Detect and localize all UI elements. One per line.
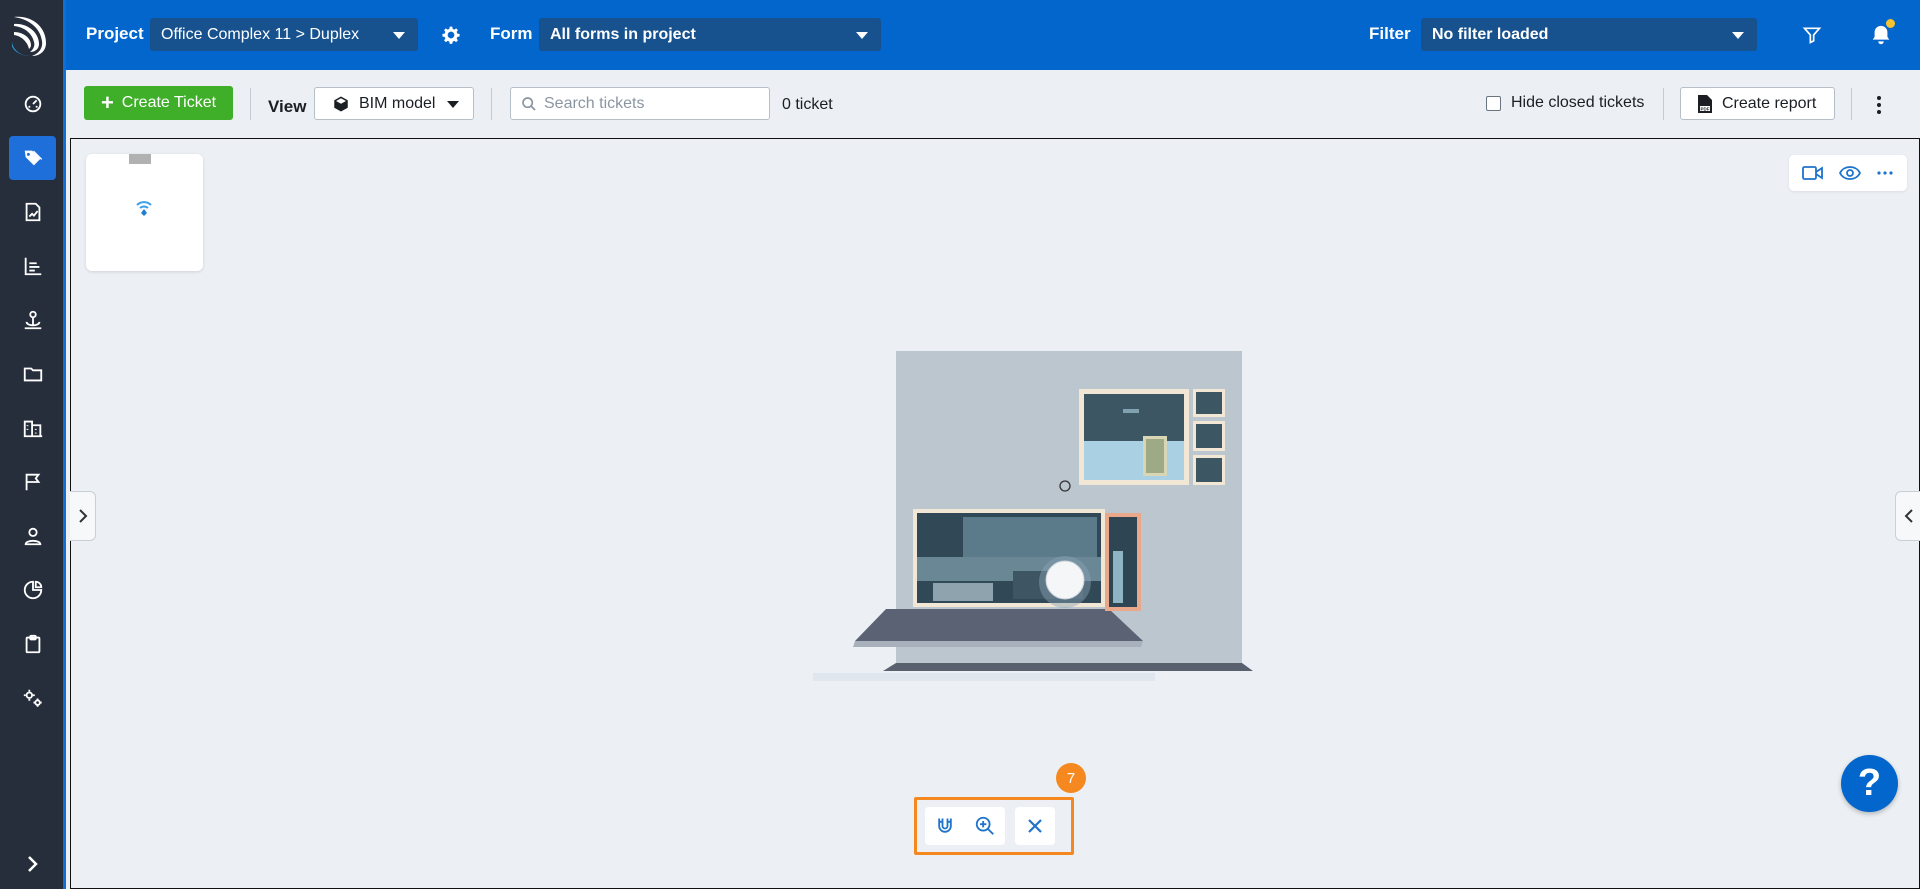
sidebar [0,0,66,889]
help-button[interactable]: ? [1841,755,1898,812]
create-ticket-label: Create Ticket [121,94,217,111]
notification-dot [1886,19,1895,28]
toolbar-divider [491,88,492,120]
search-icon [522,97,536,111]
cube-icon [334,96,348,111]
zoom-in-icon [975,816,994,835]
chevron-right-icon [78,509,87,523]
user-icon [24,527,41,546]
view-label: View [268,97,307,116]
sidebar-item-forms[interactable] [9,190,56,234]
kebab-dot [1877,96,1881,100]
sidebar-item-users[interactable] [9,514,56,558]
reports-chart-icon [24,257,41,276]
hide-closed-checkbox[interactable] [1486,95,1501,111]
filter-button[interactable] [1799,22,1825,48]
flag-icon [25,473,40,491]
forms-icon [25,202,40,222]
kebab-dot [1877,103,1881,107]
filter-select[interactable]: No filter loaded [1421,18,1757,51]
viewer-tools [1789,155,1907,191]
sidebar-item-analytics[interactable] [9,568,56,612]
create-report-label: Create report [1722,94,1817,112]
create-ticket-button[interactable]: + Create Ticket [84,86,233,120]
zoom-in-button[interactable] [965,807,1005,845]
dashboard-icon [24,95,41,113]
bim-viewer[interactable]: 7 ? [70,138,1920,889]
sidebar-item-buildings[interactable] [9,406,56,450]
notifications-button[interactable] [1868,19,1895,48]
sidebar-item-tickets[interactable] [9,136,56,180]
view-select-value: BIM model [359,94,436,112]
filter-select-value: No filter loaded [1432,25,1549,43]
form-select-value: All forms in project [550,25,696,43]
settings-gears-icon [23,689,42,707]
sidebar-item-dashboard[interactable] [9,82,56,126]
sidebar-item-settings[interactable] [9,676,56,720]
caret-down-icon [1732,32,1744,39]
caret-down-icon [447,101,459,108]
navigation-tools [914,797,1074,855]
eye-icon[interactable] [1838,165,1861,181]
chevron-left-icon [1904,509,1913,523]
hide-closed-label: Hide closed tickets [1511,94,1645,111]
kebab-dot [1877,110,1881,114]
project-select[interactable]: Office Complex 11 > Duplex [150,18,418,51]
hide-closed-toggle[interactable]: Hide closed tickets [1486,94,1644,112]
caret-down-icon [856,32,868,39]
plus-icon: + [100,90,114,115]
sidebar-item-anchor[interactable] [9,298,56,342]
search-box [510,87,770,120]
ticket-count: 0 ticket [782,96,833,113]
navigation-tool-group [925,807,1005,845]
pdf-file-icon: PDF [1698,94,1712,113]
buildings-icon [23,420,42,438]
project-label: Project [86,24,144,43]
magnet-icon [938,818,952,833]
funnel-icon [1802,27,1822,44]
anchor-icon [24,310,41,330]
open-right-panel-button[interactable] [1895,491,1920,541]
minimap-handle [129,154,151,164]
svg-text:PDF: PDF [1701,106,1710,111]
sidebar-item-reports[interactable] [9,244,56,288]
bim-model-render[interactable] [783,351,1263,681]
camera-position-icon [136,201,152,216]
sidebar-item-flags[interactable] [9,460,56,504]
expand-sidebar-button[interactable] [18,850,46,878]
gear-icon [442,26,460,44]
toolbar-divider [1663,88,1664,120]
toolbar-divider [1851,88,1852,120]
tickets-toolbar: + Create Ticket View BIM model 0 ticket … [66,70,1920,138]
pie-chart-icon [23,580,42,600]
app-logo[interactable] [10,13,50,58]
form-label: Form [490,24,533,43]
close-tools-button[interactable] [1015,807,1055,845]
top-bar: Project Office Complex 11 > Duplex Form … [66,0,1920,70]
caret-down-icon [393,32,405,39]
close-icon [1028,819,1042,833]
view-select[interactable]: BIM model [314,87,474,120]
more-options-button[interactable] [1872,94,1886,116]
filter-label: Filter [1369,24,1411,43]
folder-icon [23,367,42,382]
sidebar-item-files[interactable] [9,352,56,396]
snap-magnet-button[interactable] [925,807,965,845]
tool-step-badge: 7 [1056,763,1086,793]
open-left-panel-button[interactable] [70,491,96,541]
chevron-right-icon [28,856,38,872]
form-select[interactable]: All forms in project [539,18,881,51]
clipboard-icon [25,634,40,654]
project-settings-button[interactable] [438,22,464,48]
sidebar-item-clipboard[interactable] [9,622,56,666]
create-report-button[interactable]: PDF Create report [1680,87,1835,120]
toolbar-divider [250,88,251,120]
video-camera-icon[interactable] [1802,165,1824,181]
tickets-tag-icon [24,150,42,166]
more-horizontal-icon[interactable] [1876,170,1894,176]
search-input[interactable] [544,94,759,114]
minimap[interactable] [86,154,203,271]
project-select-value: Office Complex 11 > Duplex [161,25,360,43]
